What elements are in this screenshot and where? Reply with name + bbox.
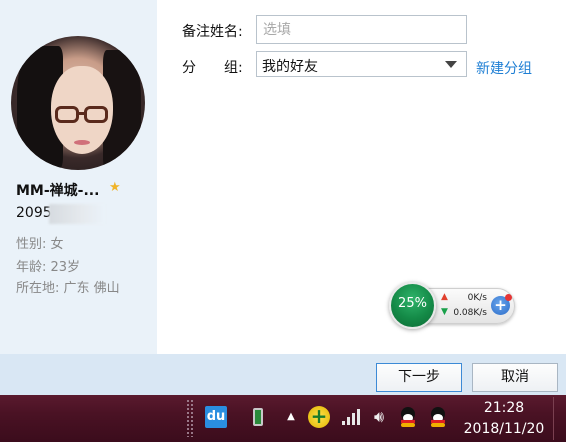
location-info: 所在地: 广东 佛山 (16, 281, 120, 296)
taskbar: du ▲ 🔊︎ 21:28 2018/11/20 (0, 395, 566, 442)
notification-dot (505, 294, 512, 301)
dialog-footer: 下一步 取消 (0, 354, 566, 395)
avatar (11, 36, 145, 170)
taskbar-grip[interactable] (186, 399, 194, 437)
usb-icon[interactable] (247, 406, 269, 428)
next-button[interactable]: 下一步 (376, 363, 462, 392)
upload-speed: 0K/s (467, 293, 487, 303)
star-icon: ★ (109, 180, 121, 195)
network-signal-icon[interactable] (340, 406, 362, 428)
show-hidden-icons-icon[interactable]: ▲ (280, 406, 302, 428)
gender-info: 性别: 女 (16, 237, 64, 252)
nickname: MM-禅城-... (16, 183, 100, 199)
qq-penguin-icon[interactable] (428, 406, 448, 428)
memory-percent: 25% (398, 296, 427, 311)
show-desktop-button[interactable] (553, 397, 562, 440)
remark-label: 备注姓名: (182, 24, 243, 40)
remark-input[interactable] (256, 15, 467, 44)
chevron-down-icon[interactable] (445, 61, 457, 68)
cancel-button[interactable]: 取消 (472, 363, 558, 392)
clock-time[interactable]: 21:28 (462, 400, 546, 416)
qq-number: 2095 (16, 205, 52, 221)
qq-penguin-icon[interactable] (398, 406, 418, 428)
volume-icon[interactable]: 🔊︎ (368, 406, 390, 428)
download-speed: 0.08K/s (453, 308, 487, 318)
security-icon[interactable] (308, 404, 330, 428)
new-group-link[interactable]: 新建分组 (476, 58, 532, 78)
add-friend-window: MM-禅城-... ★ 2095 性别: 女 年龄: 23岁 所在地: 广东 佛… (0, 0, 566, 442)
clock-date[interactable]: 2018/11/20 (462, 421, 546, 437)
age-info: 年龄: 23岁 (16, 260, 81, 275)
network-speed-widget[interactable]: 25% ▲ 0K/s ▼ 0.08K/s + (389, 282, 517, 329)
profile-panel: MM-禅城-... ★ 2095 性别: 女 年龄: 23岁 所在地: 广东 佛… (0, 0, 157, 354)
group-select-value: 我的好友 (262, 59, 318, 75)
group-select[interactable]: 我的好友 (256, 51, 467, 77)
baidu-du-icon[interactable]: du (205, 406, 227, 428)
blurred-mask (49, 204, 105, 224)
upload-arrow-icon: ▲ (441, 292, 448, 302)
group-label: 分 组: (182, 60, 243, 76)
